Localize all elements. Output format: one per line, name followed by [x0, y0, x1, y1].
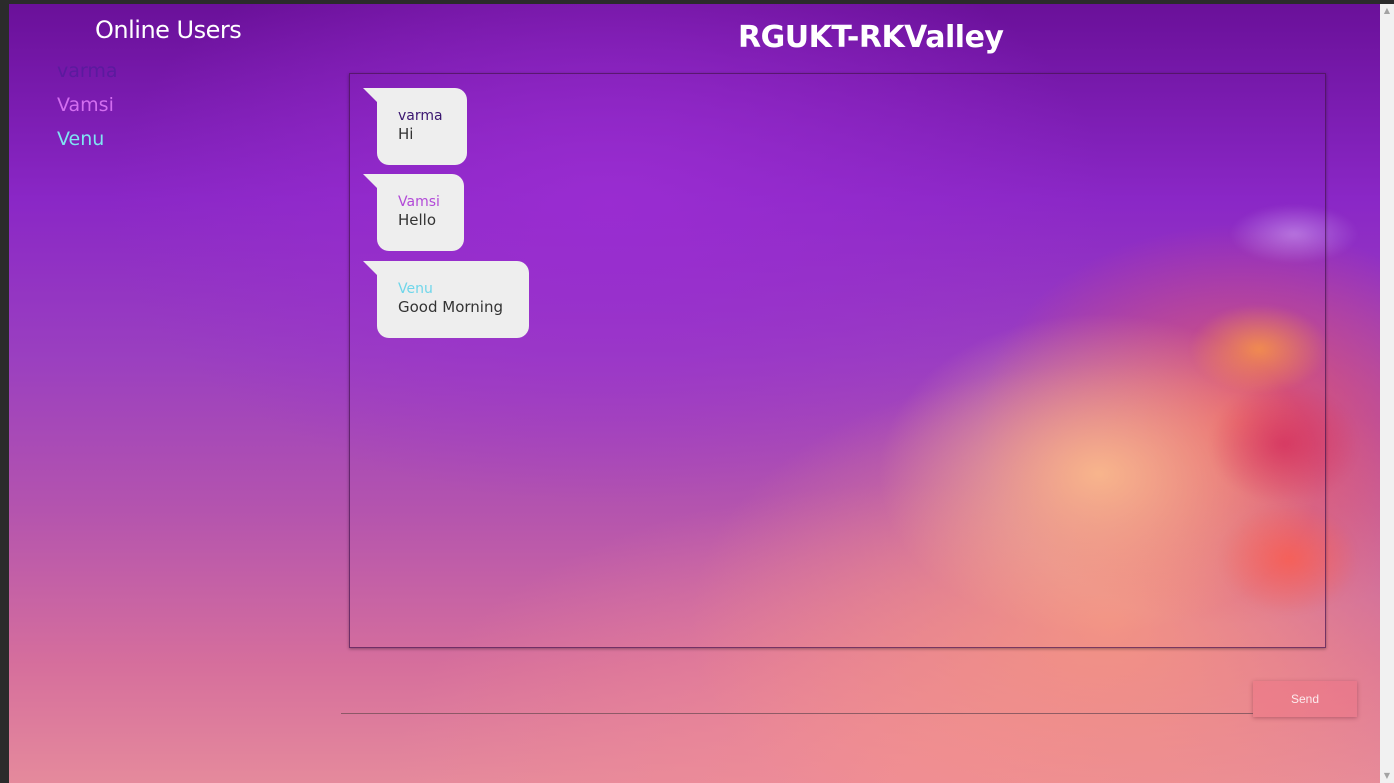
page-viewport: Online Users varma Vamsi Venu RGUKT-RKVa… [9, 4, 1380, 783]
message-sender: Vamsi [398, 194, 440, 210]
scroll-up-icon[interactable]: ▲ [1380, 4, 1394, 18]
message-sender: Venu [398, 281, 433, 297]
message-input[interactable] [341, 684, 1257, 714]
app-title: RGUKT-RKValley [738, 20, 1004, 55]
message-input-underline [341, 713, 1253, 714]
chat-message: Vamsi Hello [363, 174, 464, 251]
message-text: Hi [398, 125, 414, 143]
chat-message: varma Hi [363, 88, 467, 165]
online-user-venu[interactable]: Venu [57, 128, 118, 162]
scroll-down-icon[interactable]: ▼ [1380, 769, 1394, 783]
chat-message: Venu Good Morning [363, 261, 529, 338]
online-user-vamsi[interactable]: Vamsi [57, 94, 118, 128]
online-user-varma[interactable]: varma [57, 60, 118, 94]
online-users-list: varma Vamsi Venu [57, 60, 118, 162]
page-scrollbar[interactable]: ▲ ▼ [1380, 4, 1394, 783]
send-button[interactable]: Send [1253, 681, 1357, 717]
online-users-heading: Online Users [95, 16, 242, 44]
chat-messages-panel[interactable]: varma Hi Vamsi Hello Venu Good Morning [349, 73, 1326, 648]
browser-frame-left [0, 0, 9, 783]
message-text: Good Morning [398, 298, 503, 316]
message-text: Hello [398, 211, 437, 229]
message-sender: varma [398, 108, 443, 124]
